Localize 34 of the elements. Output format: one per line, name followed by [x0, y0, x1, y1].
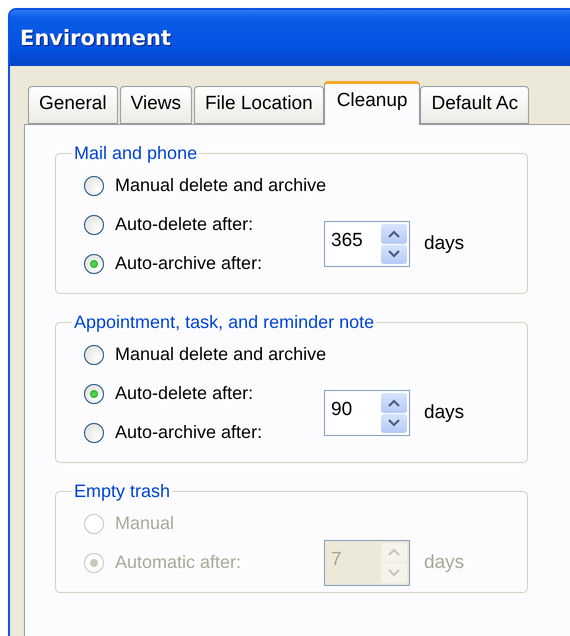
- number-spinner[interactable]: 365: [324, 221, 410, 267]
- option-label: Automatic after:: [115, 552, 242, 573]
- radio-button[interactable]: [84, 384, 104, 404]
- option-label: Auto-delete after:: [115, 214, 254, 235]
- group-title: Mail and phone: [73, 143, 198, 164]
- tab[interactable]: Views: [120, 86, 192, 124]
- radio-option[interactable]: Manual delete and archive: [84, 335, 328, 374]
- option-label: Auto-archive after:: [115, 422, 262, 443]
- unit-label: days: [424, 402, 464, 424]
- unit-label: days: [424, 233, 464, 255]
- spin-down-button[interactable]: [381, 244, 407, 264]
- spin-up-button[interactable]: [381, 393, 407, 412]
- radio-button[interactable]: [84, 254, 104, 274]
- option-label: Auto-archive after:: [115, 253, 262, 274]
- group-title: Appointment, task, and reminder note: [73, 312, 376, 333]
- spin-up-button[interactable]: [381, 224, 407, 244]
- window-title: Environment: [20, 26, 172, 50]
- tab[interactable]: Default Ac: [420, 86, 530, 124]
- radio-button[interactable]: [84, 176, 104, 196]
- number-spinner[interactable]: 90: [324, 390, 410, 436]
- unit-label: days: [424, 552, 464, 574]
- radio-option[interactable]: Manual delete and archive: [84, 166, 328, 205]
- option-label: Auto-delete after:: [115, 383, 254, 404]
- tab[interactable]: General: [28, 86, 118, 124]
- tab[interactable]: Cleanup: [324, 81, 420, 125]
- group-title: Empty trash: [73, 481, 172, 502]
- option-label: Manual delete and archive: [115, 344, 326, 365]
- radio-button[interactable]: [84, 214, 104, 234]
- radio-button[interactable]: [84, 422, 104, 442]
- tab[interactable]: File Location: [194, 86, 324, 124]
- radio-button[interactable]: [84, 344, 104, 364]
- option-label: Manual delete and archive: [115, 175, 326, 196]
- spin-down-button[interactable]: [381, 414, 407, 433]
- option-label: Manual: [115, 513, 174, 534]
